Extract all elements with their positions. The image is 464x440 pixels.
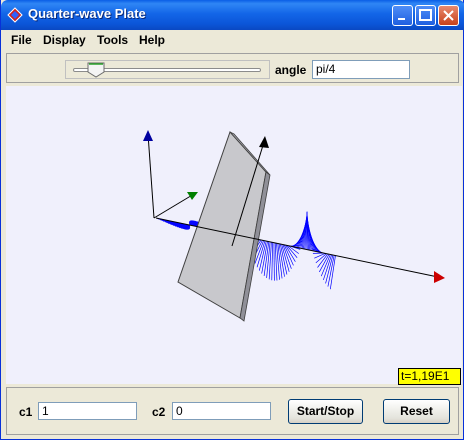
menu-bar: File Display Tools Help xyxy=(1,30,463,50)
bottom-panel: c1 1 c2 0 Start/Stop Reset xyxy=(6,387,459,435)
y-axis xyxy=(153,193,195,219)
wave-vector-line xyxy=(271,242,273,281)
wave-visualization xyxy=(143,130,445,322)
maximize-button[interactable] xyxy=(415,5,436,26)
menu-tools[interactable]: Tools xyxy=(97,33,128,47)
c1-label: c1 xyxy=(19,405,33,419)
app-icon xyxy=(7,7,23,23)
maximize-icon xyxy=(419,9,432,21)
c2-label: c2 xyxy=(152,405,166,419)
field-vector-arrow-icon xyxy=(259,136,269,148)
c2-input[interactable]: 0 xyxy=(172,402,271,420)
z-axis xyxy=(147,133,155,219)
reset-button[interactable]: Reset xyxy=(383,399,450,424)
parameter-panel: angle pi/4 xyxy=(6,53,459,83)
simulation-canvas[interactable] xyxy=(6,86,462,384)
menu-help[interactable]: Help xyxy=(139,33,165,47)
menu-display[interactable]: Display xyxy=(43,33,86,47)
application-window: Quarter-wave Plate File Display Tools He… xyxy=(0,0,464,440)
slider-thumb[interactable] xyxy=(87,62,105,78)
y-axis-arrow-icon xyxy=(187,192,198,200)
menu-file[interactable]: File xyxy=(11,33,32,47)
angle-label: angle xyxy=(275,63,307,77)
time-readout: t=1,19E1 xyxy=(398,368,461,385)
z-axis-arrow-icon xyxy=(143,130,153,141)
window-title: Quarter-wave Plate xyxy=(28,6,146,21)
x-axis-arrow-icon xyxy=(434,271,445,283)
minimize-button[interactable] xyxy=(392,5,413,26)
angle-input[interactable]: pi/4 xyxy=(312,60,410,79)
title-bar[interactable]: Quarter-wave Plate xyxy=(1,0,464,30)
start-stop-button[interactable]: Start/Stop xyxy=(288,399,363,424)
minimize-icon xyxy=(398,18,405,20)
close-button[interactable] xyxy=(438,5,459,26)
c1-input[interactable]: 1 xyxy=(38,402,137,420)
close-icon xyxy=(443,10,454,21)
